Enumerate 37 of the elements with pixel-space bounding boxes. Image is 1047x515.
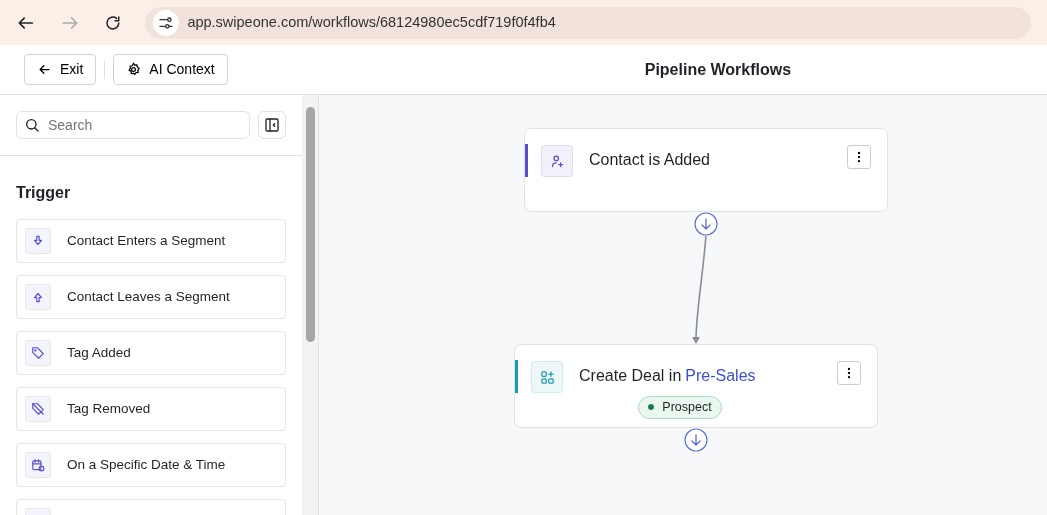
more-button[interactable] bbox=[837, 361, 861, 385]
arrow-left-icon bbox=[37, 62, 52, 77]
arrow-down-icon bbox=[31, 234, 45, 248]
add-step-icon[interactable] bbox=[684, 428, 708, 452]
search-field[interactable]: Search bbox=[16, 111, 251, 139]
ai-context-button[interactable]: AI Context bbox=[113, 54, 228, 85]
collapse-sidebar-button[interactable] bbox=[258, 111, 287, 139]
grid-plus-icon bbox=[539, 369, 555, 385]
url-bar[interactable]: app.swipeone.com/workflows/68124980ec5cdf719f0f4fb4 bbox=[145, 6, 1031, 39]
url-text: app.swipeone.com/workflows/68124980ec5cdf719f0f4fb4 bbox=[187, 12, 556, 32]
stage-badge: Prospect bbox=[638, 396, 722, 419]
arrow-up-icon bbox=[31, 290, 45, 304]
more-button[interactable] bbox=[847, 145, 871, 169]
trigger-item[interactable]: Contact Leaves a Segment bbox=[16, 275, 287, 319]
node-title: Create Deal in bbox=[579, 366, 682, 386]
trigger-item[interactable]: Tag Removed bbox=[16, 387, 287, 431]
trigger-item[interactable]: Tag Added bbox=[16, 331, 287, 375]
pipeline-link[interactable]: Pre-Sales bbox=[685, 364, 756, 388]
exit-button[interactable]: Exit bbox=[24, 54, 97, 85]
sidebar-collapse-icon bbox=[264, 117, 281, 133]
search-icon bbox=[24, 117, 40, 133]
tag-slash-icon bbox=[31, 402, 45, 416]
node-title: Contact is Added bbox=[589, 150, 710, 170]
scrollbar-thumb[interactable] bbox=[305, 107, 315, 342]
site-settings-icon[interactable] bbox=[158, 14, 175, 31]
calendar-clock-icon bbox=[31, 458, 45, 472]
user-plus-icon bbox=[549, 153, 565, 169]
tag-icon bbox=[31, 346, 45, 360]
trigger-item[interactable]: Contact Enters a Segment bbox=[16, 219, 287, 263]
action-node[interactable]: Create Deal in Pre-Sales Prospect bbox=[514, 344, 878, 428]
trigger-node[interactable]: Contact is Added bbox=[524, 128, 888, 212]
gear-icon bbox=[126, 62, 142, 77]
add-step-icon[interactable] bbox=[694, 212, 718, 236]
section-heading: Trigger bbox=[15, 183, 72, 203]
page-title: Pipeline Workflows bbox=[644, 59, 792, 80]
reload-icon[interactable] bbox=[103, 13, 122, 32]
trigger-item[interactable]: On a Specific Date & Time bbox=[16, 443, 287, 487]
